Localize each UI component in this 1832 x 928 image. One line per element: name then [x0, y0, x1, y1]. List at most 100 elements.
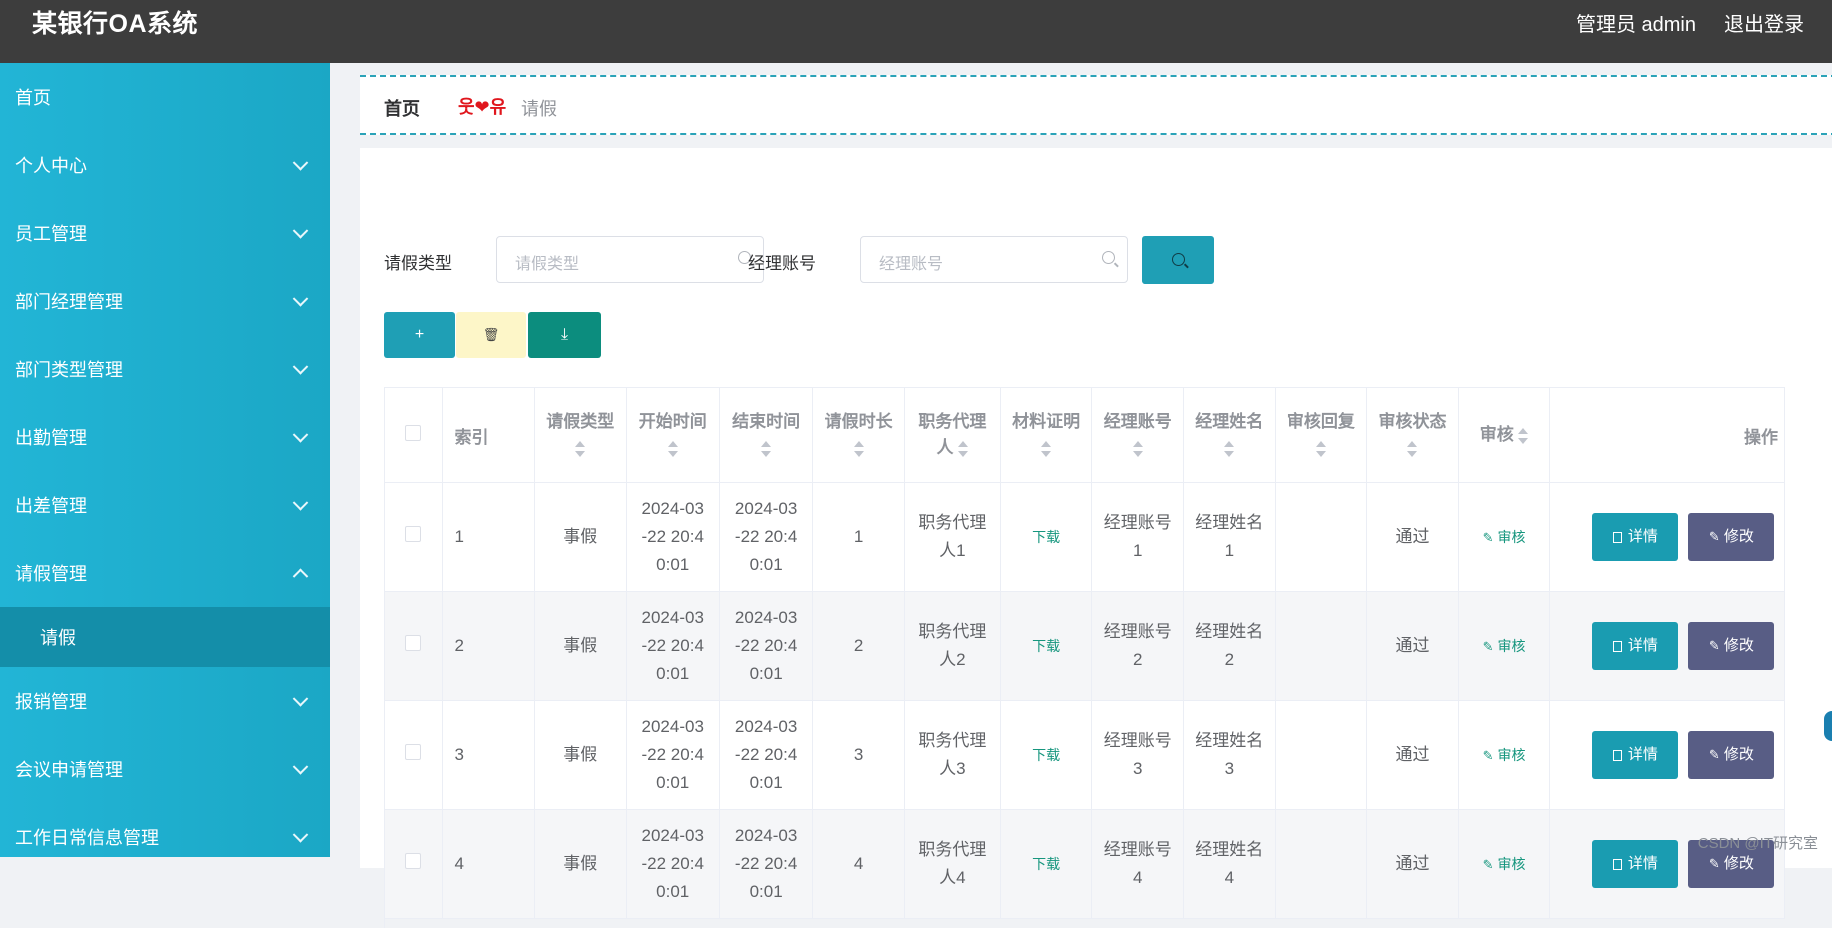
cell-duration: 4: [812, 809, 905, 919]
sidebar-item-business-trip[interactable]: 出差管理: [0, 471, 330, 539]
sidebar-subitem-leave[interactable]: 请假: [0, 607, 330, 667]
cell-start-time: 2024-03 -22 20:4 0:01: [626, 700, 720, 810]
detail-button[interactable]: 详情: [1592, 731, 1679, 779]
edit-button[interactable]: ✎ 修改: [1688, 513, 1775, 561]
col-start-time[interactable]: 开始时间: [626, 388, 720, 483]
row-checkbox[interactable]: [405, 853, 422, 869]
document-icon: [1612, 640, 1622, 652]
logout-link[interactable]: 退出登录: [1724, 8, 1804, 37]
chevron-down-icon: [292, 291, 309, 307]
cell-audit-reply: [1275, 700, 1368, 810]
export-button[interactable]: ⤓: [528, 312, 601, 358]
table-header-row: 索引 请假类型 开始时间 结束时间 请假时长 职务代理人 材料证明 经理账号 经…: [385, 388, 1785, 483]
col-duration[interactable]: 请假时长: [812, 388, 905, 483]
col-audit[interactable]: 审核: [1458, 388, 1551, 483]
table-row: 1 事假 2024-03 -22 20:4 0:01 2024-03 -22 20:4…: [385, 482, 1785, 592]
download-link[interactable]: 下载: [1032, 638, 1060, 654]
col-manager-name[interactable]: 经理姓名: [1183, 388, 1276, 483]
col-manager-account[interactable]: 经理账号: [1091, 388, 1184, 483]
edit-icon: ✎: [1708, 747, 1720, 762]
document-icon: [1612, 749, 1622, 761]
sidebar-item-dept-manager[interactable]: 部门经理管理: [0, 267, 330, 335]
col-end-time[interactable]: 结束时间: [719, 388, 814, 483]
cell-deputy: 职务代理 人2: [904, 591, 1001, 701]
cell-audit-reply: [1275, 809, 1368, 919]
sidebar-item-leave[interactable]: 请假管理: [0, 539, 330, 607]
main-area: 首页 웃❤유 请假 请假类型 请假类型 经理账号 经理账号 + 🗑 ⤓ 索引 请…: [330, 63, 1832, 928]
cell-ops: 详情 ✎ 修改: [1549, 809, 1785, 919]
cell-audit-status: 通过: [1366, 809, 1459, 919]
delete-button[interactable]: 🗑: [456, 312, 526, 358]
app-title: 某银行OA系统: [32, 10, 199, 38]
edit-button[interactable]: ✎ 修改: [1688, 622, 1775, 670]
col-leave-type[interactable]: 请假类型: [534, 388, 627, 483]
chevron-down-icon: [292, 427, 309, 443]
detail-button[interactable]: 详情: [1592, 622, 1679, 670]
cell-manager-account: 经理账号 4: [1091, 809, 1184, 919]
sidebar-item-meeting[interactable]: 会议申请管理: [0, 735, 330, 803]
sidebar-item-label: 请假管理: [15, 564, 87, 584]
sidebar-item-reimbursement[interactable]: 报销管理: [0, 667, 330, 735]
edit-icon: ✎: [1708, 638, 1720, 653]
cell-audit: ✎ 审核: [1458, 591, 1551, 701]
cell-manager-name: 经理姓名 2: [1183, 591, 1276, 701]
chevron-down-icon: [292, 691, 309, 707]
cell-audit-reply: [1275, 482, 1368, 592]
breadcrumb-home[interactable]: 首页: [384, 95, 420, 121]
sort-icon: [1518, 427, 1529, 444]
cell-ops: 详情 ✎ 修改: [1549, 700, 1785, 810]
cell-audit-status: 通过: [1366, 482, 1459, 592]
manager-account-input[interactable]: 经理账号: [860, 236, 1128, 283]
search-button[interactable]: [1142, 236, 1214, 284]
sidebar-item-daily-work[interactable]: 工作日常信息管理: [0, 803, 330, 857]
col-material[interactable]: 材料证明: [1000, 388, 1093, 483]
detail-button[interactable]: 详情: [1592, 513, 1679, 561]
col-audit-reply[interactable]: 审核回复: [1275, 388, 1368, 483]
sort-icon: [1224, 440, 1235, 457]
download-link[interactable]: 下载: [1032, 747, 1060, 763]
audit-link[interactable]: ✎ 审核: [1483, 529, 1526, 545]
col-deputy[interactable]: 职务代理人: [904, 388, 1001, 483]
select-all-cell: [385, 388, 443, 483]
edit-button[interactable]: ✎ 修改: [1688, 731, 1775, 779]
audit-link[interactable]: ✎ 审核: [1483, 747, 1526, 763]
download-link[interactable]: 下载: [1032, 856, 1060, 872]
sidebar-item-home[interactable]: 首页: [0, 63, 330, 131]
sort-icon: [761, 440, 772, 457]
add-button[interactable]: +: [384, 312, 455, 358]
sidebar-item-employee[interactable]: 员工管理: [0, 199, 330, 267]
cell-duration: 1: [812, 482, 905, 592]
sidebar-item-attendance[interactable]: 出勤管理: [0, 403, 330, 471]
cell-audit: ✎ 审核: [1458, 700, 1551, 810]
sidebar-item-dept-type[interactable]: 部门类型管理: [0, 335, 330, 403]
cell-ops: 详情 ✎ 修改: [1549, 591, 1785, 701]
cell-index: 4: [442, 809, 535, 919]
cell-audit-status: 通过: [1366, 700, 1459, 810]
edit-icon: ✎: [1708, 529, 1720, 544]
breadcrumb-current: 请假: [521, 99, 557, 119]
scroll-handle[interactable]: [1824, 711, 1832, 741]
sidebar-item-personal-center[interactable]: 个人中心: [0, 131, 330, 199]
cell-start-time: 2024-03 -22 20:4 0:01: [626, 591, 720, 701]
sidebar-item-label: 个人中心: [15, 156, 87, 176]
breadcrumb: 首页 웃❤유 请假: [360, 75, 1832, 135]
chevron-down-icon: [292, 495, 309, 511]
download-link[interactable]: 下载: [1032, 529, 1060, 545]
col-audit-status[interactable]: 审核状态: [1366, 388, 1459, 483]
edit-icon: ✎: [1482, 856, 1494, 872]
select-all-checkbox[interactable]: [405, 424, 422, 441]
row-checkbox[interactable]: [405, 526, 422, 542]
search-icon: [1172, 253, 1185, 266]
leave-type-input[interactable]: 请假类型: [496, 236, 764, 283]
cell-duration: 3: [812, 700, 905, 810]
leave-type-label: 请假类型: [384, 254, 452, 273]
detail-button[interactable]: 详情: [1592, 840, 1679, 888]
row-checkbox[interactable]: [405, 635, 422, 651]
breadcrumb-separator: 웃❤유: [458, 97, 507, 117]
sidebar-item-label: 首页: [15, 88, 51, 108]
audit-link[interactable]: ✎ 审核: [1483, 856, 1526, 872]
audit-link[interactable]: ✎ 审核: [1483, 638, 1526, 654]
chevron-down-icon: [292, 155, 309, 171]
sort-icon: [667, 440, 678, 457]
row-checkbox[interactable]: [405, 744, 422, 760]
